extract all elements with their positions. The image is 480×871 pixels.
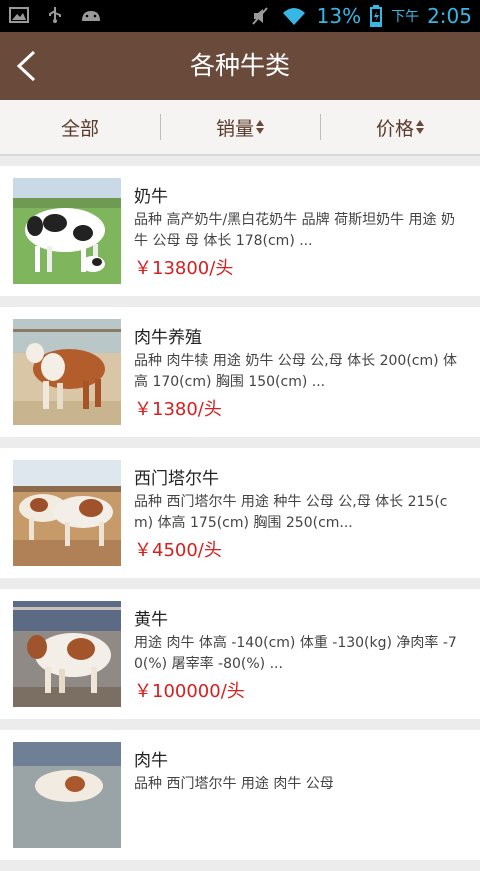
product-description: 品种 高产奶牛/黑白花奶牛 品牌 荷斯坦奶牛 用途 奶牛 公母 母 体长 178… — [134, 212, 455, 249]
app-bar: 各种牛类 — [0, 32, 480, 100]
product-image — [13, 319, 121, 425]
product-description: 用途 肉牛 体高 -140(cm) 体重 -130(kg) 净肉率 -70(%)… — [134, 635, 457, 672]
wifi-icon — [279, 7, 309, 25]
product-name: 肉牛养殖 — [134, 328, 202, 348]
time-period: 下午 — [391, 9, 420, 25]
page-title: 各种牛类 — [189, 51, 290, 80]
product-price: ￥13800/头 — [134, 258, 234, 279]
filter-all[interactable]: 全部 — [0, 100, 160, 154]
filter-sales-label: 销量 — [215, 117, 254, 140]
sort-icon — [416, 120, 424, 134]
list-item[interactable]: 肉牛 品种 西门塔尔牛 用途 肉牛 公母 — [0, 730, 480, 860]
product-description: 品种 西门塔尔牛 用途 种牛 公母 公,母 体长 215(cm) 体高 175(… — [134, 494, 448, 531]
usb-icon — [44, 6, 66, 24]
battery-percent: 13% — [316, 4, 362, 28]
back-arrow-icon — [16, 50, 36, 82]
battery-icon — [369, 5, 383, 27]
filter-sales[interactable]: 销量 — [160, 100, 320, 154]
product-image — [13, 601, 121, 707]
list-item[interactable]: 奶牛 品种 高产奶牛/黑白花奶牛 品牌 荷斯坦奶牛 用途 奶牛 公母 母 体长 … — [0, 166, 480, 296]
product-list: 奶牛 品种 高产奶牛/黑白花奶牛 品牌 荷斯坦奶牛 用途 奶牛 公母 母 体长 … — [0, 166, 480, 871]
back-button[interactable] — [6, 42, 46, 90]
filter-all-label: 全部 — [60, 117, 99, 140]
list-item[interactable]: 肉牛养殖 品种 肉牛犊 用途 奶牛 公母 公,母 体长 200(cm) 体高 1… — [0, 307, 480, 437]
filter-price-label: 价格 — [375, 117, 414, 140]
filter-price[interactable]: 价格 — [320, 100, 480, 154]
product-price: ￥100000/头 — [134, 681, 245, 702]
product-image — [13, 742, 121, 848]
product-name: 黄牛 — [134, 610, 168, 630]
list-item[interactable]: 西门塔尔牛 品种 西门塔尔牛 用途 种牛 公母 公,母 体长 215(cm) 体… — [0, 448, 480, 578]
image-notification-icon — [8, 6, 30, 24]
product-description: 品种 西门塔尔牛 用途 肉牛 公母 — [134, 776, 334, 792]
status-bar: 13% 下午 2:05 — [0, 0, 480, 32]
product-price: ￥4500/头 — [134, 540, 222, 561]
filter-bar: 全部 销量 价格 — [0, 100, 480, 156]
product-name: 肉牛 — [134, 751, 168, 771]
mute-icon — [249, 7, 271, 25]
product-description: 品种 肉牛犊 用途 奶牛 公母 公,母 体长 200(cm) 体高 170(cm… — [134, 353, 458, 390]
product-image — [13, 460, 121, 566]
clock: 2:05 — [427, 4, 472, 28]
android-icon — [80, 6, 102, 24]
list-item[interactable]: 黄牛 用途 肉牛 体高 -140(cm) 体重 -130(kg) 净肉率 -70… — [0, 589, 480, 719]
product-price: ￥1380/头 — [134, 399, 222, 420]
product-image — [13, 178, 121, 284]
product-name: 西门塔尔牛 — [134, 469, 219, 489]
product-name: 奶牛 — [134, 187, 168, 207]
sort-icon — [256, 120, 264, 134]
